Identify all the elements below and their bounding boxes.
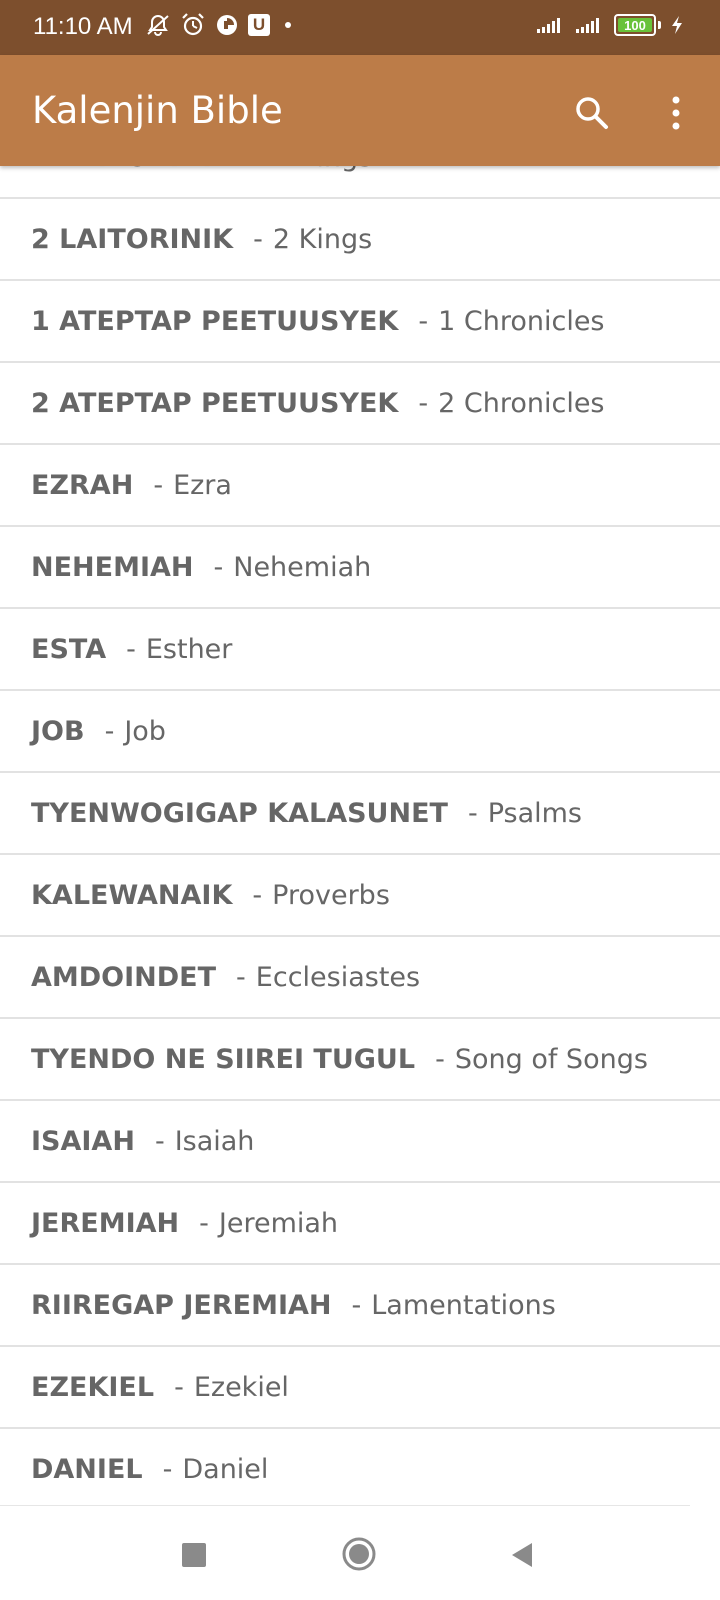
battery-icon: 100 <box>614 14 656 36</box>
status-bar: 11:10 AM U 100 <box>0 0 720 55</box>
book-separator: - <box>162 1453 173 1485</box>
book-native-name: EZEKIEL <box>31 1371 155 1403</box>
more-options-button[interactable] <box>656 91 696 135</box>
book-native-name: TYENDO NE SIIREI TUGUL <box>31 1043 416 1075</box>
book-list-item[interactable]: AMDOINDET - Ecclesiastes <box>0 937 720 1019</box>
book-list-item[interactable]: KALEWANAIK - Proverbs <box>0 855 720 937</box>
app-bar: Kalenjin Bible <box>0 55 720 166</box>
book-separator: - <box>154 1125 165 1157</box>
book-native-name: DANIEL <box>31 1453 143 1485</box>
book-english-name: 2 Kings <box>272 223 373 255</box>
book-separator: - <box>153 469 164 501</box>
book-native-name: AMDOINDET <box>31 961 217 993</box>
book-list-item[interactable]: 1 ATEPTAP PEETUUSYEK -1 Chronicles <box>0 281 720 363</box>
book-separator: - <box>467 797 478 829</box>
book-english-name: Lamentations <box>371 1289 556 1321</box>
book-separator: - <box>126 633 136 665</box>
book-english-name: Proverbs <box>272 879 390 911</box>
book-list-item[interactable]: DANIEL - Daniel <box>0 1429 720 1506</box>
book-native-name: 1 LAITORINIK <box>31 166 233 173</box>
book-english-name: Nehemiah <box>233 551 372 583</box>
dot-icon <box>285 22 291 28</box>
book-list-item[interactable]: 2 ATEPTAP PEETUUSYEK -2 Chronicles <box>0 363 720 445</box>
book-english-name: Ezekiel <box>193 1371 289 1403</box>
book-separator: - <box>435 1043 445 1075</box>
book-separator: - <box>418 305 429 337</box>
book-list-item[interactable]: ISAIAH - Isaiah <box>0 1101 720 1183</box>
book-separator: - <box>174 1371 184 1403</box>
app-title: Kalenjin Bible <box>32 89 283 132</box>
book-english-name: Song of Songs <box>454 1043 648 1075</box>
book-list-content: 1 LAITORINIK-1 Kings2 LAITORINIK-2 Kings… <box>0 166 720 1506</box>
book-native-name: KALEWANAIK <box>31 879 233 911</box>
home-circle-icon[interactable] <box>342 1537 376 1571</box>
book-list-item[interactable]: NEHEMIAH - Nehemiah <box>0 527 720 609</box>
book-english-name: Ezra <box>173 469 232 501</box>
book-english-name: Daniel <box>182 1453 269 1485</box>
book-list-item[interactable]: 2 LAITORINIK -2 Kings <box>0 199 720 281</box>
u-app-icon: U <box>248 14 270 36</box>
book-list-item[interactable]: 1 LAITORINIK - 1 Kings <box>0 166 720 199</box>
battery-level: 100 <box>624 17 646 33</box>
battery-tip <box>658 21 661 29</box>
data-saver-icon <box>215 13 239 37</box>
search-button[interactable] <box>570 91 614 135</box>
book-list[interactable]: 1 LAITORINIK-1 Kings2 LAITORINIK-2 Kings… <box>0 166 720 1506</box>
book-separator: - <box>236 961 246 993</box>
muted-bell-icon <box>145 13 171 37</box>
book-english-name: 1 Chronicles <box>438 305 605 337</box>
book-native-name: 2 LAITORINIK <box>31 223 234 255</box>
book-native-name: EZRAH <box>31 469 134 501</box>
book-separator: - <box>213 551 224 583</box>
status-time: 11:10 AM <box>33 13 133 40</box>
book-separator: - <box>199 1207 209 1239</box>
book-separator: - <box>351 1289 362 1321</box>
book-list-item[interactable]: ESTA - Esther <box>0 609 720 691</box>
signal-icon <box>575 16 605 34</box>
status-icons-left: U <box>145 12 291 38</box>
book-separator: - <box>253 166 263 173</box>
book-list-item[interactable]: RIIREGAP JEREMIAH - Lamentations <box>0 1265 720 1347</box>
book-english-name: Jeremiah <box>218 1207 339 1239</box>
search-icon <box>576 97 608 129</box>
book-native-name: 1 ATEPTAP PEETUUSYEK <box>31 305 399 337</box>
book-separator: - <box>253 223 263 255</box>
recents-square-icon[interactable] <box>182 1543 206 1567</box>
book-native-name: NEHEMIAH <box>31 551 194 583</box>
nav-divider <box>0 1505 690 1506</box>
book-native-name: 2 ATEPTAP PEETUUSYEK <box>31 387 399 419</box>
book-english-name: Ecclesiastes <box>255 961 421 993</box>
more-vert-icon <box>672 96 680 130</box>
alarm-icon <box>180 12 206 38</box>
book-english-name: Job <box>124 715 166 747</box>
book-native-name: ESTA <box>31 633 107 665</box>
book-native-name: JEREMIAH <box>31 1207 180 1239</box>
book-separator: - <box>252 879 263 911</box>
book-list-item[interactable]: TYENDO NE SIIREI TUGUL - Song of Songs <box>0 1019 720 1101</box>
book-english-name: Psalms <box>487 797 582 829</box>
status-icons-right: 100 <box>536 14 684 36</box>
book-separator: - <box>104 715 115 747</box>
book-list-item[interactable]: JOB - Job <box>0 691 720 773</box>
book-native-name: RIIREGAP JEREMIAH <box>31 1289 332 1321</box>
book-english-name: Isaiah <box>174 1125 255 1157</box>
book-native-name: JOB <box>31 715 85 747</box>
back-triangle-icon[interactable] <box>508 1541 536 1569</box>
book-english-name: Esther <box>145 633 233 665</box>
charging-icon <box>670 15 684 35</box>
book-native-name: ISAIAH <box>31 1125 135 1157</box>
book-native-name: TYENWOGIGAP KALASUNET <box>31 797 448 829</box>
book-list-item[interactable]: JEREMIAH - Jeremiah <box>0 1183 720 1265</box>
book-list-item[interactable]: TYENWOGIGAP KALASUNET - Psalms <box>0 773 720 855</box>
book-separator: - <box>418 387 429 419</box>
book-list-item[interactable]: EZEKIEL - Ezekiel <box>0 1347 720 1429</box>
book-english-name: 2 Chronicles <box>438 387 605 419</box>
system-nav-bar <box>0 1505 720 1600</box>
book-english-name: 1 Kings <box>273 166 372 173</box>
signal-icon <box>536 16 566 34</box>
book-list-item[interactable]: EZRAH - Ezra <box>0 445 720 527</box>
